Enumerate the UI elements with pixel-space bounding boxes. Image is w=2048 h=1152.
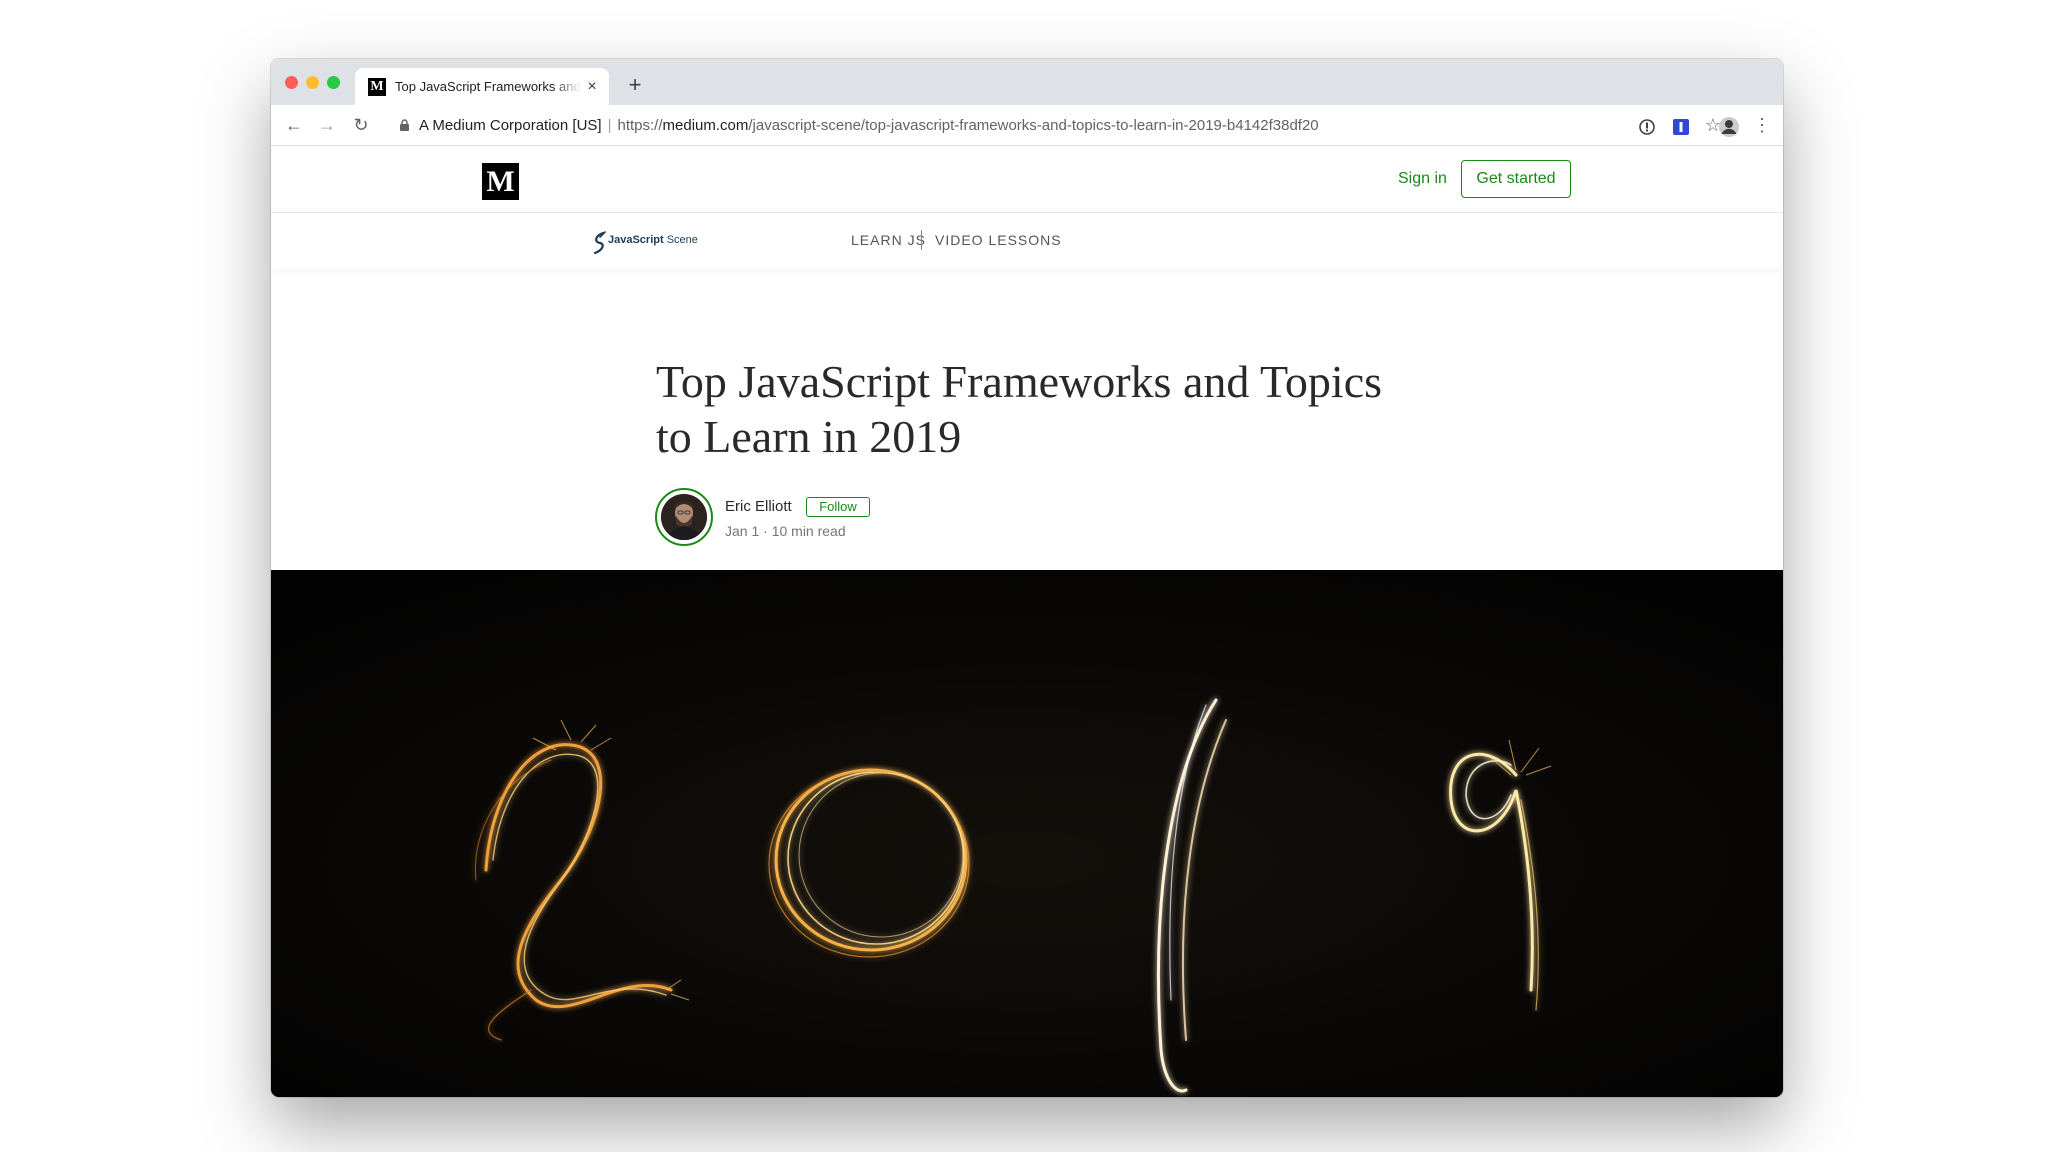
get-started-button[interactable]: Get started [1461,160,1571,198]
publication-name-light: Scene [663,234,698,246]
profile-avatar-icon[interactable] [1718,116,1740,138]
tab-close-icon[interactable]: × [583,78,601,96]
forward-arrow-icon[interactable]: → [316,114,338,136]
author-portrait-icon [661,494,707,540]
sparkler-2019-image [271,570,1783,1097]
nav-link-learn-js[interactable]: LEARN JS [851,232,926,248]
author-avatar[interactable] [655,488,713,546]
nav-link-video-lessons[interactable]: VIDEO LESSONS [935,232,1062,248]
url-host: medium.com [662,117,749,134]
password-manager-extension-icon[interactable] [1637,117,1657,137]
author-photo [661,494,707,540]
publication-name-bold: JavaScript [608,234,664,246]
address-separator: | [607,117,612,134]
post-meta: Jan 1 · 10 min read [725,523,846,539]
follow-button[interactable]: Follow [806,497,870,517]
address-bar-text: A Medium Corporation [US] | https://medium… [419,117,1319,135]
close-window-button[interactable] [285,76,298,89]
chrome-menu-icon[interactable]: ⋮ [1751,114,1773,136]
tab-title: Top JavaScript Frameworks and Topics to … [395,79,581,94]
web-page: M Sign in Get started JavaScript Scene L… [271,146,1783,1097]
publication-nav: JavaScript Scene LEARN JS VIDEO LESSONS [271,213,1783,269]
browser-toolbar: ← → ↻ A Medium Corporation [US] | https://… [271,105,1783,146]
lock-icon [400,119,409,131]
minimize-window-button[interactable] [306,76,319,89]
sign-in-link[interactable]: Sign in [1398,170,1447,190]
article-title: Top JavaScript Frameworks and Topics to … [656,356,1383,462]
browser-window: M Top JavaScript Frameworks and Topics t… [271,59,1783,1097]
blue-extension-icon[interactable] [1671,117,1691,137]
url-scheme: https:// [617,117,663,134]
url-path: /javascript-scene/top-javascript-framewo… [748,117,1319,134]
medium-logo[interactable]: M [482,163,519,200]
browser-tab-active[interactable]: M Top JavaScript Frameworks and Topics t… [355,68,609,105]
author-name[interactable]: Eric Elliott [725,498,792,515]
security-label: A Medium Corporation [US] [419,117,602,134]
nav-divider [921,230,922,250]
address-bar[interactable]: A Medium Corporation [US] | https://medium… [389,109,1731,141]
zoom-window-button[interactable] [327,76,340,89]
reload-icon[interactable]: ↻ [350,114,372,136]
site-header: M Sign in Get started [271,146,1783,213]
hero-image: 2019 [271,570,1783,1097]
back-arrow-icon[interactable]: ← [283,114,305,136]
publication-name[interactable]: JavaScript Scene [608,234,698,246]
new-tab-button[interactable]: + [623,73,647,97]
tab-strip: M Top JavaScript Frameworks and Topics t… [271,59,1783,105]
medium-favicon-icon: M [368,78,386,96]
